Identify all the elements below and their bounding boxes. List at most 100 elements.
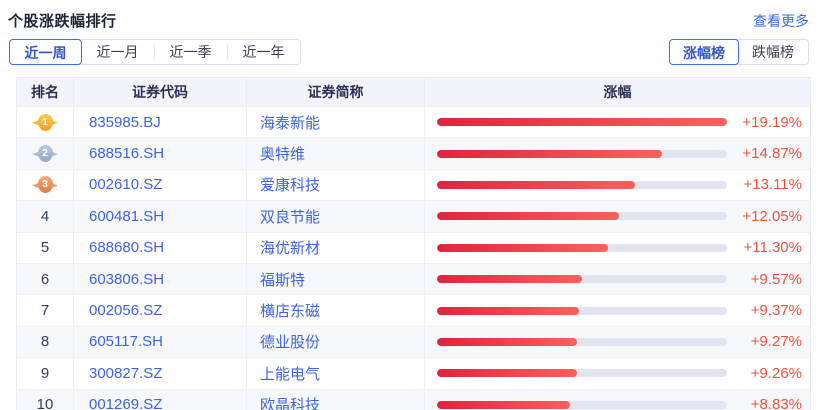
table-row[interactable]: 10 001269.SZ 欧晶科技 +8.83% xyxy=(17,389,810,410)
stock-code[interactable]: 688516.SH xyxy=(74,138,247,168)
rank-cell: 8 xyxy=(17,327,74,357)
stock-name[interactable]: 海优新材 xyxy=(247,233,425,263)
change-bar-fill xyxy=(437,150,662,158)
change-bar-track xyxy=(437,369,727,377)
gold-medal-icon: 1 xyxy=(31,113,59,132)
column-header-change: 涨幅 xyxy=(425,78,810,106)
stock-name[interactable]: 奥特维 xyxy=(247,138,425,168)
rank-cell: 5 xyxy=(17,233,74,263)
change-bar-track xyxy=(437,307,727,315)
change-cell: +9.26% xyxy=(425,358,810,388)
change-bar-track xyxy=(437,275,727,283)
change-bar-track xyxy=(437,244,727,252)
stock-code[interactable]: 002056.SZ xyxy=(74,295,247,325)
column-header-name: 证券简称 xyxy=(247,78,425,106)
change-cell: +8.83% xyxy=(425,390,810,410)
column-header-rank: 排名 xyxy=(17,78,74,106)
silver-medal-icon: 2 xyxy=(31,144,59,163)
tab-losers-board[interactable]: 跌幅榜 xyxy=(738,40,808,64)
rank-cell: 9 xyxy=(17,358,74,388)
stock-name[interactable]: 上能电气 xyxy=(247,358,425,388)
change-bar-track xyxy=(437,401,727,409)
change-value: +9.26% xyxy=(744,365,802,382)
table-body: 1 835985.BJ 海泰新能 +19.19% 2 688516.SH 奥特维… xyxy=(17,106,810,410)
tab-period-month[interactable]: 近一月 xyxy=(81,40,154,64)
change-bar-fill xyxy=(437,338,577,346)
stock-code[interactable]: 603806.SH xyxy=(74,264,247,294)
change-bar-fill xyxy=(437,369,577,377)
stock-code[interactable]: 688680.SH xyxy=(74,233,247,263)
tab-period-week[interactable]: 近一周 xyxy=(9,39,82,65)
rank-cell: 7 xyxy=(17,295,74,325)
bronze-medal-icon: 3 xyxy=(31,175,59,194)
stock-name[interactable]: 欧晶科技 xyxy=(247,390,425,410)
stock-name[interactable]: 横店东磁 xyxy=(247,295,425,325)
stock-name[interactable]: 海泰新能 xyxy=(247,107,425,137)
stock-code[interactable]: 002610.SZ xyxy=(74,170,247,200)
change-value: +14.87% xyxy=(742,145,802,162)
change-value: +12.05% xyxy=(742,208,802,225)
change-value: +9.37% xyxy=(744,302,802,319)
board-tab-group: 涨幅榜 跌幅榜 xyxy=(669,39,809,65)
rank-cell: 6 xyxy=(17,264,74,294)
panel-header: 个股涨跌幅排行 查看更多 xyxy=(0,0,819,31)
change-bar-fill xyxy=(437,181,635,189)
change-value: +11.30% xyxy=(743,239,802,256)
change-value: +13.11% xyxy=(743,176,802,193)
table-row[interactable]: 4 600481.SH 双良节能 +12.05% xyxy=(17,200,810,231)
page-title: 个股涨跌幅排行 xyxy=(8,10,117,31)
change-bar-track xyxy=(437,150,727,158)
stock-name[interactable]: 德业股份 xyxy=(247,327,425,357)
change-cell: +14.87% xyxy=(425,138,810,168)
change-bar-fill xyxy=(437,401,570,409)
filter-bar: 近一周 近一月 近一季 近一年 涨幅榜 跌幅榜 xyxy=(9,39,809,65)
table-row[interactable]: 2 688516.SH 奥特维 +14.87% xyxy=(17,137,810,168)
rank-cell: 4 xyxy=(17,201,74,231)
change-bar-fill xyxy=(437,212,619,220)
ranking-table: 排名 证券代码 证券简称 涨幅 1 835985.BJ 海泰新能 +19.19%… xyxy=(16,77,811,410)
rank-cell: 2 xyxy=(17,138,74,168)
change-bar-fill xyxy=(437,244,608,252)
stock-code[interactable]: 605117.SH xyxy=(74,327,247,357)
view-more-link[interactable]: 查看更多 xyxy=(753,11,809,31)
stock-code[interactable]: 600481.SH xyxy=(74,201,247,231)
table-row[interactable]: 8 605117.SH 德业股份 +9.27% xyxy=(17,326,810,357)
change-bar-fill xyxy=(437,118,727,126)
change-cell: +19.19% xyxy=(425,107,810,137)
change-cell: +9.37% xyxy=(425,295,810,325)
tab-gainers-board[interactable]: 涨幅榜 xyxy=(669,39,739,65)
change-bar-track xyxy=(437,338,727,346)
change-cell: +9.27% xyxy=(425,327,810,357)
stock-code[interactable]: 300827.SZ xyxy=(74,358,247,388)
table-row[interactable]: 1 835985.BJ 海泰新能 +19.19% xyxy=(17,106,810,137)
rank-cell: 10 xyxy=(17,390,74,410)
change-bar-track xyxy=(437,118,727,126)
table-row[interactable]: 7 002056.SZ 横店东磁 +9.37% xyxy=(17,294,810,325)
change-value: +19.19% xyxy=(742,114,802,131)
stock-ranking-panel: 个股涨跌幅排行 查看更多 近一周 近一月 近一季 近一年 涨幅榜 跌幅榜 排名 … xyxy=(0,0,819,410)
change-bar-fill xyxy=(437,307,579,315)
stock-name[interactable]: 爱康科技 xyxy=(247,170,425,200)
table-row[interactable]: 5 688680.SH 海优新材 +11.30% xyxy=(17,232,810,263)
change-value: +9.57% xyxy=(744,271,802,288)
change-cell: +12.05% xyxy=(425,201,810,231)
table-row[interactable]: 9 300827.SZ 上能电气 +9.26% xyxy=(17,357,810,388)
tab-period-year[interactable]: 近一年 xyxy=(227,40,300,64)
change-bar-track xyxy=(437,212,727,220)
change-value: +9.27% xyxy=(744,333,802,350)
column-header-code: 证券代码 xyxy=(74,78,247,106)
change-cell: +9.57% xyxy=(425,264,810,294)
table-header-row: 排名 证券代码 证券简称 涨幅 xyxy=(17,78,810,106)
stock-code[interactable]: 835985.BJ xyxy=(74,107,247,137)
rank-cell: 1 xyxy=(17,107,74,137)
table-row[interactable]: 3 002610.SZ 爱康科技 +13.11% xyxy=(17,169,810,200)
rank-cell: 3 xyxy=(17,170,74,200)
table-row[interactable]: 6 603806.SH 福斯特 +9.57% xyxy=(17,263,810,294)
change-cell: +13.11% xyxy=(425,170,810,200)
change-cell: +11.30% xyxy=(425,233,810,263)
period-tab-group: 近一周 近一月 近一季 近一年 xyxy=(9,39,301,65)
stock-name[interactable]: 双良节能 xyxy=(247,201,425,231)
stock-name[interactable]: 福斯特 xyxy=(247,264,425,294)
tab-period-quarter[interactable]: 近一季 xyxy=(154,40,227,64)
stock-code[interactable]: 001269.SZ xyxy=(74,390,247,410)
